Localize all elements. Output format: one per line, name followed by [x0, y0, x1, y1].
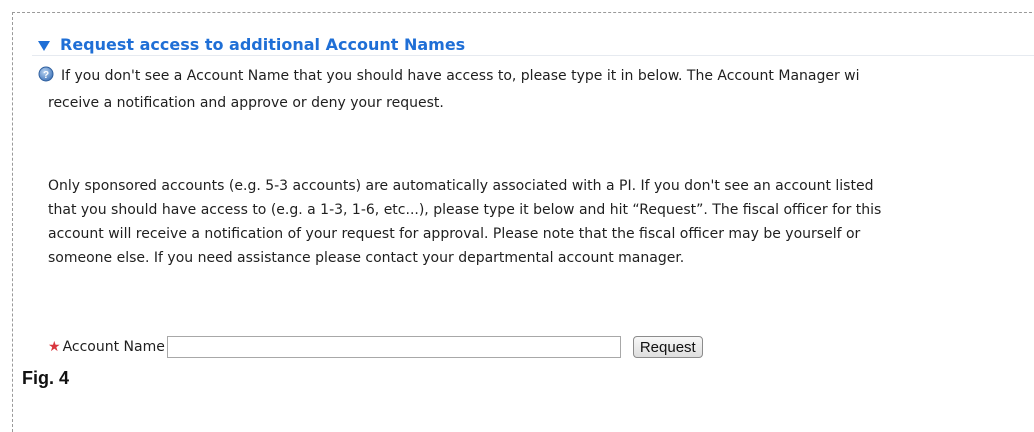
svg-text:?: ?	[43, 70, 49, 81]
header-divider	[32, 55, 1034, 56]
request-button[interactable]: Request	[632, 336, 703, 358]
required-star-icon: ★	[48, 339, 61, 355]
help-text-line-1: If you don't see a Account Name that you…	[61, 68, 860, 84]
info-line: that you should have access to (e.g. a 1…	[48, 202, 882, 218]
account-request-form: ★ Account Name Request	[48, 336, 703, 358]
info-line: someone else. If you need assistance ple…	[48, 250, 685, 266]
info-paragraph: Only sponsored accounts (e.g. 5-3 accoun…	[48, 174, 1034, 270]
section-toggle[interactable]: Request access to additional Account Nam…	[38, 35, 465, 54]
section-title: Request access to additional Account Nam…	[60, 35, 466, 54]
account-name-input[interactable]	[166, 336, 621, 358]
figure-caption: Fig. 4	[22, 368, 70, 388]
help-question-icon[interactable]: ?	[38, 66, 54, 82]
info-line: account will receive a notification of y…	[48, 226, 861, 242]
triangle-down-icon	[38, 40, 50, 51]
help-text-line-2: receive a notification and approve or de…	[48, 95, 444, 111]
info-line: Only sponsored accounts (e.g. 5-3 accoun…	[48, 178, 874, 194]
account-name-label: Account Name	[62, 339, 165, 355]
